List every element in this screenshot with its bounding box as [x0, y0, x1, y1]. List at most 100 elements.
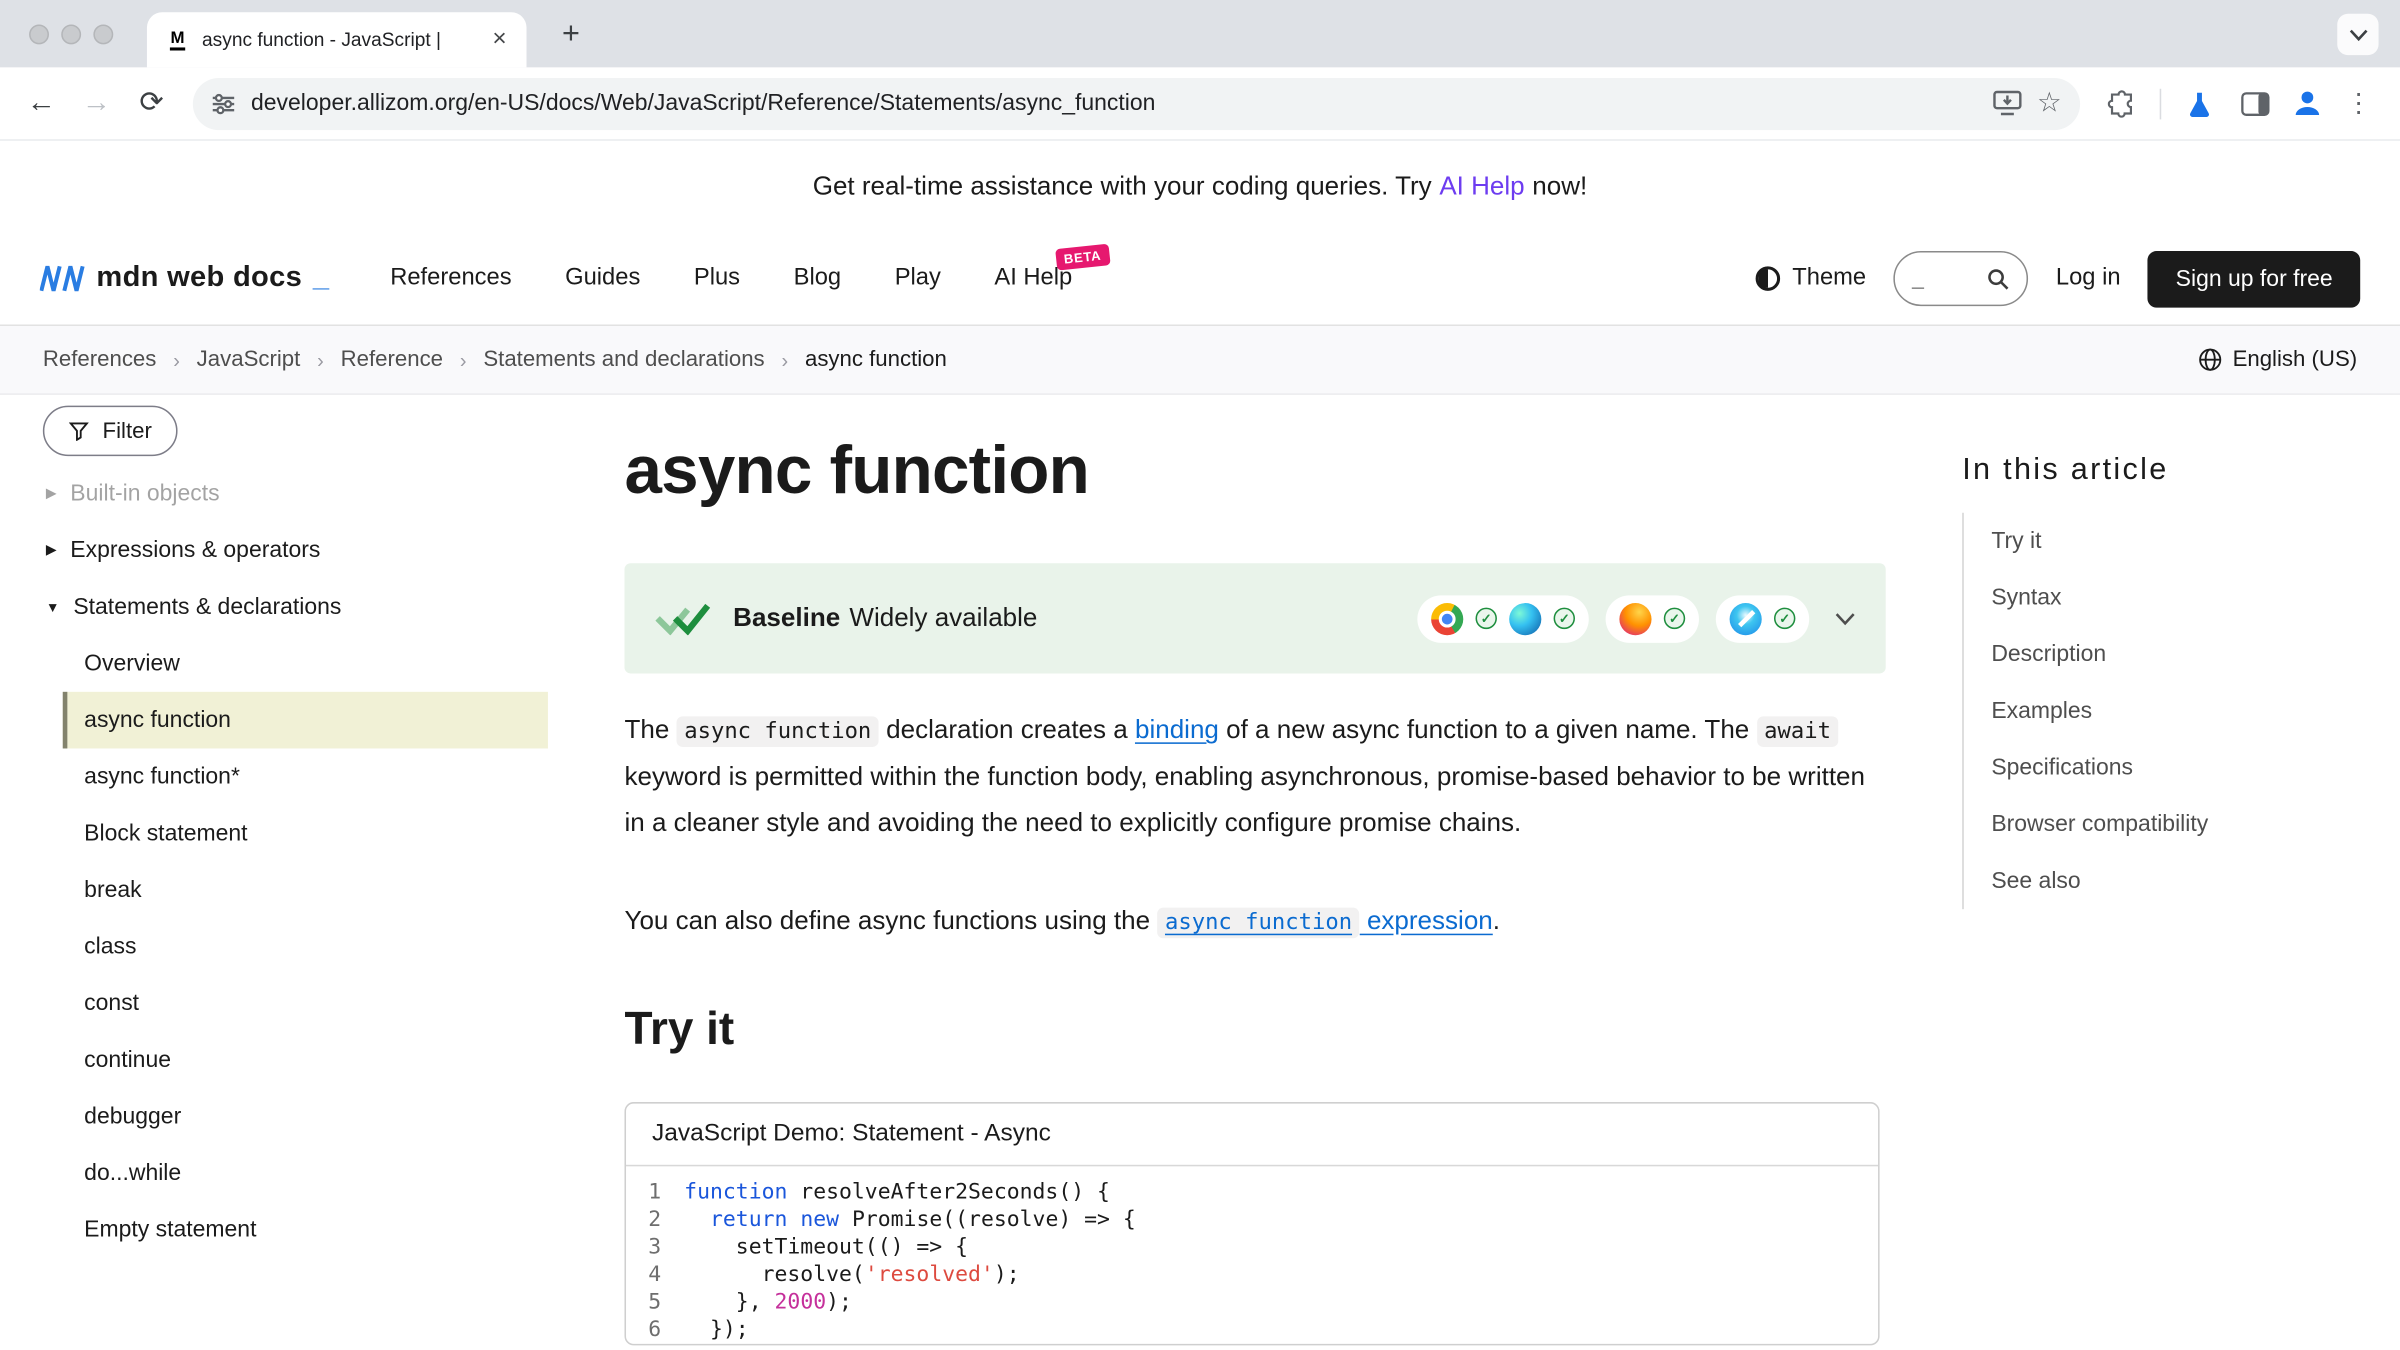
sidebar-item-block-statement[interactable]: Block statement	[63, 805, 548, 862]
expression-link[interactable]: expression	[1360, 906, 1493, 935]
nav-guides[interactable]: Guides	[565, 265, 640, 293]
new-tab-button[interactable]: +	[551, 14, 591, 54]
binding-link[interactable]: binding	[1135, 715, 1219, 744]
install-icon[interactable]	[1993, 90, 2022, 116]
breadcrumb-references[interactable]: References	[43, 347, 157, 371]
code-line: 2 return new Promise((resolve) => {	[626, 1206, 1878, 1234]
breadcrumb-statements[interactable]: Statements and declarations	[483, 347, 764, 371]
line-number: 1	[626, 1179, 684, 1207]
sidebar-item-statements-declarations[interactable]: ▼ Statements & declarations	[43, 579, 548, 636]
page-title: async function	[624, 435, 1885, 508]
toc-item-examples[interactable]: Examples	[1991, 683, 2366, 740]
baseline-check-icon	[655, 602, 710, 636]
browser-tab[interactable]: M async function - JavaScript | ×	[147, 12, 527, 67]
baseline-status: BaselineWidely available	[733, 603, 1037, 634]
toc-item-description[interactable]: Description	[1991, 626, 2366, 683]
site-settings-icon[interactable]	[211, 91, 235, 115]
nav-play[interactable]: Play	[895, 265, 941, 293]
mdn-logo-text: mdn web docs	[96, 262, 302, 296]
sidebar-filter-button[interactable]: Filter	[43, 406, 178, 457]
sidebar-item-do-while[interactable]: do...while	[63, 1145, 548, 1202]
site-header: mdn web docs _ References Guides Plus Blo…	[0, 233, 2400, 326]
expression-paragraph: You can also define async functions usin…	[624, 898, 1885, 945]
nav-plus[interactable]: Plus	[694, 265, 740, 293]
profile-avatar[interactable]	[2284, 80, 2330, 126]
side-panel-icon[interactable]	[2229, 77, 2281, 129]
line-number: 2	[626, 1206, 684, 1234]
extensions-puzzle-icon[interactable]	[2095, 77, 2147, 129]
sidebar-item-break[interactable]: break	[63, 862, 548, 919]
sidebar-item-class[interactable]: class	[63, 918, 548, 975]
line-number: 4	[626, 1261, 684, 1289]
url-text[interactable]: developer.allizom.org/en-US/docs/Web/Jav…	[251, 90, 1977, 116]
language-switcher[interactable]: English (US)	[2197, 347, 2357, 371]
baseline-browser-support: ✓ ✓ ✓ ✓	[1417, 595, 1855, 642]
line-number: 5	[626, 1289, 684, 1317]
bookmark-star-icon[interactable]: ☆	[2037, 87, 2062, 119]
supported-check-icon: ✓	[1774, 608, 1795, 629]
promo-text-after: now!	[1532, 171, 1587, 202]
supported-check-icon: ✓	[1554, 608, 1575, 629]
table-of-contents: In this article Try it Syntax Descriptio…	[1962, 395, 2366, 1350]
intro-paragraph: The async function declaration creates a…	[624, 707, 1885, 846]
sidebar-item-empty-statement[interactable]: Empty statement	[63, 1202, 548, 1259]
async-function-expression-link[interactable]: async function	[1157, 908, 1359, 939]
person-icon	[2289, 86, 2324, 121]
theme-toggle[interactable]: Theme	[1756, 265, 1867, 293]
support-pill-chromium: ✓ ✓	[1417, 595, 1588, 642]
firefox-icon	[1619, 602, 1651, 634]
chevron-collapsed-icon: ▶	[46, 485, 57, 502]
toc-item-browser-compatibility[interactable]: Browser compatibility	[1991, 796, 2366, 853]
reload-button[interactable]: ⟳	[126, 77, 178, 129]
login-link[interactable]: Log in	[2056, 265, 2121, 293]
breadcrumb-separator: ›	[460, 348, 467, 371]
address-bar[interactable]: developer.allizom.org/en-US/docs/Web/Jav…	[193, 77, 2080, 129]
toc-item-see-also[interactable]: See also	[1991, 853, 2366, 910]
interactive-demo: JavaScript Demo: Statement - Async 1 fun…	[624, 1102, 1879, 1345]
experiment-flask-icon[interactable]	[2173, 77, 2225, 129]
window-close-button[interactable]	[29, 24, 49, 44]
site-search-input[interactable]: _	[1894, 251, 2029, 306]
window-controls	[29, 24, 113, 44]
sidebar-item-async-function[interactable]: async function	[63, 692, 548, 749]
forward-button[interactable]: →	[70, 77, 122, 129]
window-zoom-button[interactable]	[93, 24, 113, 44]
sidebar-item-continue[interactable]: continue	[63, 1032, 548, 1089]
sidebar-item-overview[interactable]: Overview	[63, 635, 548, 692]
inline-code: async function	[677, 716, 879, 747]
baseline-banner[interactable]: BaselineWidely available ✓ ✓ ✓ ✓	[624, 563, 1885, 673]
sidebar-item-expressions-operators[interactable]: ▶ Expressions & operators	[43, 522, 548, 579]
mdn-logo-underscore: _	[313, 262, 329, 296]
window-minimize-button[interactable]	[61, 24, 81, 44]
nav-ai-help[interactable]: AI HelpBETA	[994, 265, 1072, 293]
toc-item-specifications[interactable]: Specifications	[1991, 739, 2366, 796]
back-button[interactable]: ←	[15, 77, 67, 129]
mdn-logo[interactable]: mdn web docs _	[40, 262, 329, 296]
toc-item-syntax[interactable]: Syntax	[1991, 569, 2366, 626]
try-it-heading: Try it	[624, 1004, 1885, 1056]
sidebar-sublist: Overview async function async function* …	[63, 635, 548, 1258]
code-editor[interactable]: 1 function resolveAfter2Seconds() { 2 re…	[626, 1166, 1878, 1344]
sidebar-item-built-in-objects[interactable]: ▶ Built-in objects	[43, 465, 548, 522]
sidebar-item-async-function-star[interactable]: async function*	[63, 748, 548, 805]
article: async function BaselineWidely available …	[624, 395, 1885, 1350]
safari-icon	[1730, 602, 1762, 634]
browser-window: M async function - JavaScript | × + ← → …	[0, 0, 2400, 1350]
sidebar-item-debugger[interactable]: debugger	[63, 1088, 548, 1145]
sidebar-item-const[interactable]: const	[63, 975, 548, 1032]
tab-search-button[interactable]	[2337, 14, 2378, 55]
breadcrumb-javascript[interactable]: JavaScript	[197, 347, 301, 371]
filter-funnel-icon	[69, 421, 89, 441]
toc-title: In this article	[1962, 453, 2366, 488]
browser-menu-icon[interactable]: ⋮	[2333, 77, 2385, 129]
code-line: 6 });	[626, 1316, 1878, 1344]
tab-close-icon[interactable]: ×	[488, 26, 511, 54]
nav-references[interactable]: References	[390, 265, 511, 293]
toc-item-try-it[interactable]: Try it	[1991, 513, 2366, 570]
nav-blog[interactable]: Blog	[794, 265, 841, 293]
promo-ai-help-link[interactable]: AI Help	[1439, 171, 1524, 202]
baseline-expand-button[interactable]	[1835, 611, 1855, 625]
breadcrumb-reference[interactable]: Reference	[341, 347, 443, 371]
search-icon	[1987, 267, 2010, 290]
signup-button[interactable]: Sign up for free	[2148, 250, 2360, 307]
